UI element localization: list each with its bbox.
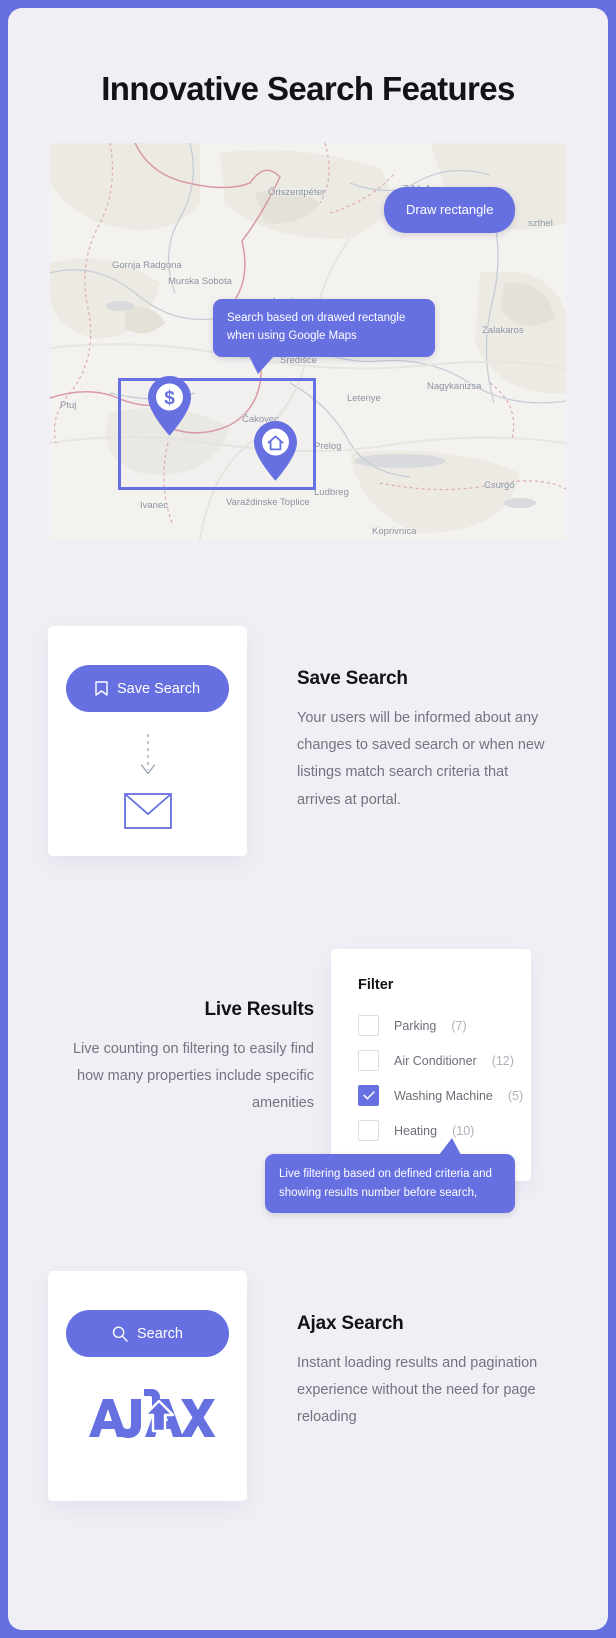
- feature-save-search: Save Search Save Search Your users will …: [48, 626, 608, 857]
- tooltip-tail: [249, 355, 274, 374]
- magnifier-icon: [112, 1326, 128, 1342]
- map-label: Csurgó: [484, 480, 515, 492]
- ajax-search-title: Ajax Search: [297, 1313, 404, 1335]
- checkbox-washing-machine[interactable]: [358, 1085, 379, 1107]
- filter-item-count: (10): [452, 1123, 475, 1138]
- filter-item-parking[interactable]: Parking (7): [358, 1015, 531, 1037]
- map-pin-home[interactable]: [252, 420, 299, 482]
- tooltip-tail: [439, 1138, 461, 1156]
- ajax-search-button[interactable]: Search: [66, 1310, 229, 1358]
- map-pin-price[interactable]: $: [146, 375, 193, 437]
- filter-item-label: Air Conditioner: [394, 1053, 477, 1068]
- ajax-search-description: Instant loading results and pagination e…: [297, 1355, 538, 1426]
- live-results-text: Live Results Live counting on filtering …: [58, 949, 314, 1117]
- map-label: Zalakaros: [482, 325, 524, 337]
- live-results-title: Live Results: [204, 999, 314, 1021]
- map-label: Prelog: [314, 441, 342, 453]
- map-label: Ptuj: [60, 400, 77, 412]
- ajax-search-card: Search: [48, 1271, 247, 1502]
- map-label: szthel: [528, 218, 553, 230]
- landing-page: Innovative Search Features Őriszentpéter…: [8, 8, 608, 1630]
- filter-item-count: (12): [491, 1053, 514, 1068]
- checkbox-air-conditioner[interactable]: [358, 1050, 379, 1072]
- envelope-icon: [123, 793, 172, 830]
- filter-panel: Filter Parking (7) Air Conditioner (12) …: [265, 949, 531, 1214]
- map-label: Gornja Radgona: [112, 260, 182, 272]
- ajax-search-button-label: Search: [137, 1325, 183, 1342]
- filter-item-washing-machine[interactable]: Washing Machine (5): [358, 1085, 531, 1107]
- map-label: Murska Sobota: [168, 276, 232, 288]
- live-results-description: Live counting on filtering to easily fin…: [72, 1041, 314, 1112]
- tooltip-live-filtering-text: Live filtering based on defined criteria…: [279, 1168, 492, 1199]
- map-label: Letenye: [347, 393, 381, 405]
- tooltip-draw-rectangle-text: Draw rectangle: [406, 202, 494, 218]
- check-icon: [362, 1091, 375, 1100]
- save-search-button-label: Save Search: [116, 680, 201, 697]
- tooltip-search-rectangle-text: Search based on drawed rectangle when us…: [227, 312, 406, 343]
- save-search-card: Save Search: [48, 626, 247, 857]
- filter-item-air-conditioner[interactable]: Air Conditioner (12): [358, 1050, 531, 1072]
- save-search-description: Your users will be informed about any ch…: [297, 710, 545, 808]
- bookmark-icon: [95, 681, 108, 696]
- checkbox-heating[interactable]: [358, 1120, 379, 1142]
- map-label: Koprivnica: [372, 526, 417, 538]
- map-label: Nagykanizsa: [427, 381, 482, 393]
- map-pin-price-label: $: [164, 388, 175, 409]
- tooltip-live-filtering: Live filtering based on defined criteria…: [265, 1138, 515, 1214]
- ajax-logo-icon: [88, 1389, 215, 1439]
- map-label: Őriszentpéter: [268, 187, 326, 199]
- map-label: Ludbreg: [314, 487, 349, 499]
- map-label: Središće: [280, 355, 317, 367]
- save-search-button[interactable]: Save Search: [66, 665, 229, 713]
- filter-item-label: Parking: [394, 1018, 437, 1033]
- feature-live-results: Live Results Live counting on filtering …: [8, 949, 608, 1214]
- tooltip-search-rectangle: Search based on drawed rectangle when us…: [213, 299, 435, 374]
- map-label: Ivanec: [140, 500, 168, 512]
- checkbox-parking[interactable]: [358, 1015, 379, 1037]
- map-label: Varaždinske Toplice: [226, 497, 310, 509]
- filter-item-count: (7): [451, 1018, 467, 1033]
- page-title: Innovative Search Features: [101, 70, 515, 107]
- tooltip-draw-rectangle: Draw rectangle: [384, 187, 516, 234]
- filter-item-label: Heating: [394, 1123, 438, 1138]
- filter-panel-title: Filter: [358, 977, 394, 994]
- filter-item-count: (5): [507, 1088, 524, 1103]
- filter-item-label: Washing Machine: [394, 1088, 493, 1103]
- dashed-down-arrow-icon: [140, 734, 155, 775]
- ajax-search-text: Ajax Search Instant loading results and …: [247, 1271, 555, 1431]
- feature-ajax-search: Search Ajax Search Instant loading resul…: [48, 1271, 608, 1502]
- map-section[interactable]: Őriszentpéter ZALA szthel Gornja Radgona…: [50, 143, 566, 542]
- save-search-text: Save Search Your users will be informed …: [247, 626, 555, 813]
- save-search-title: Save Search: [297, 668, 408, 690]
